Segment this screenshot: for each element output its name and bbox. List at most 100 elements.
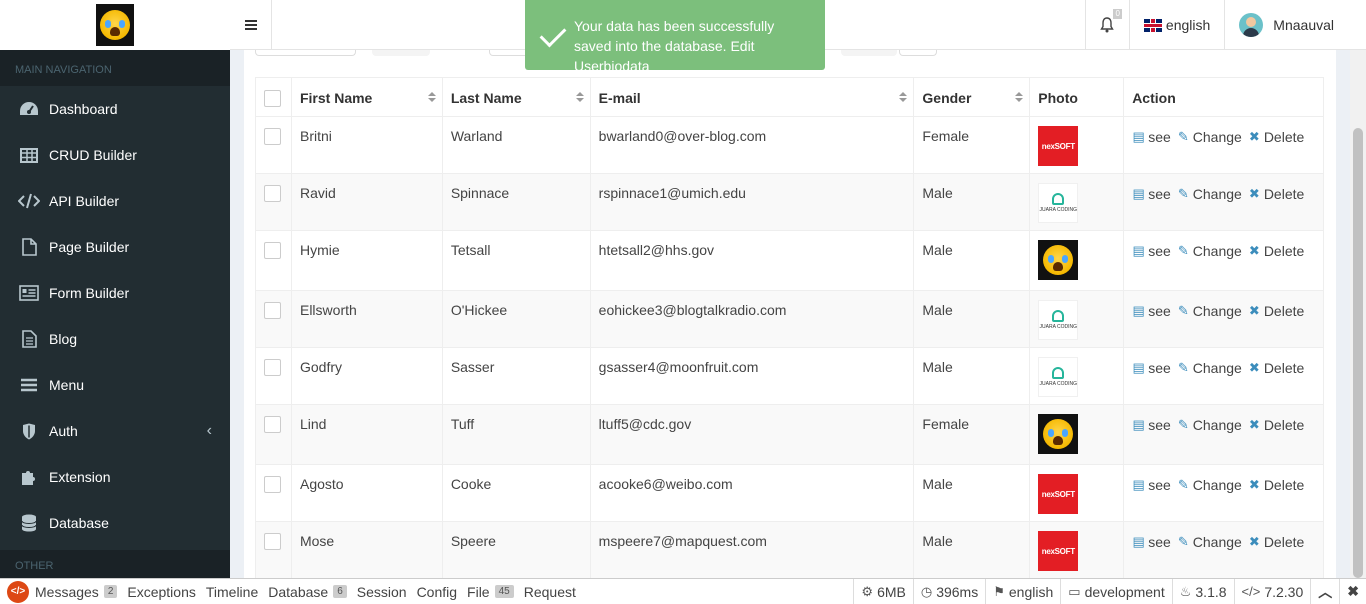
see-button[interactable]: ▤ see [1132, 534, 1171, 550]
filter-control[interactable] [372, 50, 430, 56]
row-select-cell [255, 116, 292, 174]
sidebar-item-menu[interactable]: Menu [0, 362, 230, 408]
sidebar-toggle-button[interactable] [230, 0, 272, 50]
sort-icon [576, 92, 584, 102]
change-button[interactable]: ✎ Change [1177, 303, 1242, 319]
sidebar-item-form-builder[interactable]: Form Builder [0, 270, 230, 316]
search-input[interactable] [489, 50, 529, 56]
sidebar-item-auth[interactable]: Auth ‹ [0, 408, 230, 454]
row-checkbox[interactable] [264, 185, 281, 202]
change-button[interactable]: ✎ Change [1177, 477, 1242, 493]
edit-icon: ✎ [1177, 129, 1189, 144]
delete-button[interactable]: ✖ Delete [1248, 360, 1304, 376]
row-checkbox[interactable] [264, 476, 281, 493]
sidebar-item-page-builder[interactable]: Page Builder [0, 224, 230, 270]
nexsoft-logo-image[interactable]: nexSOFT [1038, 126, 1079, 166]
change-button[interactable]: ✎ Change [1177, 417, 1242, 433]
desktop-icon: ▭ [1068, 583, 1081, 599]
debug-tab-exceptions[interactable]: Exceptions [127, 584, 195, 600]
column-photo: Photo [1029, 77, 1125, 117]
see-button[interactable]: ▤ see [1132, 477, 1171, 493]
scrollbar-thumb[interactable] [1353, 128, 1363, 578]
debug-tab-database[interactable]: Database 6 [268, 584, 347, 600]
see-button[interactable]: ▤ see [1132, 360, 1171, 376]
close-debugbar-button[interactable]: ✖ [1339, 578, 1366, 604]
change-button[interactable]: ✎ Change [1177, 243, 1242, 259]
row-checkbox[interactable] [264, 242, 281, 259]
action-cell: ▤ see ✎ Change ✖ Delete [1123, 404, 1324, 465]
crying-emoji-icon [100, 10, 130, 40]
see-button[interactable]: ▤ see [1132, 417, 1171, 433]
column-last-name[interactable]: Last Name [441, 77, 591, 117]
hamburger-icon [244, 24, 257, 26]
debug-tab-request[interactable]: Request [524, 584, 576, 600]
puzzle-icon [18, 468, 40, 486]
debug-tab-session[interactable]: Session [357, 584, 407, 600]
row-checkbox[interactable] [264, 359, 281, 376]
see-button[interactable]: ▤ see [1132, 129, 1171, 145]
delete-button[interactable]: ✖ Delete [1248, 186, 1304, 202]
crying-emoji-image[interactable] [1038, 414, 1079, 454]
debug-tab-timeline[interactable]: Timeline [206, 584, 258, 600]
language-selector[interactable]: english [1128, 0, 1224, 50]
juara-coding-logo-image[interactable]: JUARA CODING [1038, 183, 1079, 223]
delete-button[interactable]: ✖ Delete [1248, 129, 1304, 145]
change-button[interactable]: ✎ Change [1177, 534, 1242, 550]
select-all-checkbox[interactable] [264, 90, 281, 107]
sidebar-item-api-builder[interactable]: API Builder [0, 178, 230, 224]
shield-icon [18, 422, 40, 440]
nexsoft-logo-image[interactable]: nexSOFT [1038, 474, 1079, 514]
page-scrollbar[interactable] [1350, 50, 1366, 578]
table-row: Godfry Sasser gsasser4@moonfruit.com Male JU… [255, 347, 1324, 405]
user-menu[interactable]: Mnaauval [1224, 0, 1366, 50]
nexsoft-logo-image[interactable]: nexSOFT [1038, 531, 1079, 571]
notifications-button[interactable]: 0 [1084, 0, 1129, 50]
sidebar-item-dashboard[interactable]: Dashboard [0, 86, 230, 132]
filter-control[interactable] [841, 50, 897, 56]
delete-button[interactable]: ✖ Delete [1248, 417, 1304, 433]
debug-tab-file[interactable]: File 45 [467, 584, 514, 600]
sidebar-item-label: Dashboard [49, 101, 118, 117]
see-button[interactable]: ▤ see [1132, 303, 1171, 319]
juara-coding-logo-image[interactable]: JUARA CODING [1038, 300, 1079, 340]
row-checkbox[interactable] [264, 416, 281, 433]
delete-button[interactable]: ✖ Delete [1248, 534, 1304, 550]
see-button[interactable]: ▤ see [1132, 186, 1171, 202]
change-button[interactable]: ✎ Change [1177, 360, 1242, 376]
row-checkbox[interactable] [264, 302, 281, 319]
debugbar-logo-icon[interactable]: </> [7, 580, 29, 603]
see-button[interactable]: ▤ see [1132, 243, 1171, 259]
database-icon [18, 514, 40, 532]
debug-tab-messages[interactable]: Messages 2 [35, 584, 118, 600]
juara-coding-logo-image[interactable]: JUARA CODING [1038, 357, 1079, 397]
filter-control[interactable] [255, 50, 356, 56]
sidebar-item-label: Form Builder [49, 285, 130, 301]
row-checkbox[interactable] [264, 128, 281, 145]
sidebar-item-database[interactable]: Database [0, 500, 230, 546]
column-first-name[interactable]: First Name [290, 77, 443, 117]
sidebar-item-crud-builder[interactable]: CRUD Builder [0, 132, 230, 178]
sidebar-item-blog[interactable]: Blog [0, 316, 230, 362]
collapse-debugbar-button[interactable]: ︿ [1310, 578, 1339, 604]
crying-emoji-image[interactable] [1038, 240, 1079, 280]
change-button[interactable]: ✎ Change [1177, 129, 1242, 145]
delete-button[interactable]: ✖ Delete [1248, 477, 1304, 493]
sidebar-item-extension[interactable]: Extension [0, 454, 230, 500]
column-email[interactable]: E-mail [589, 77, 915, 117]
first-name-cell: Lind [290, 404, 443, 465]
uk-flag-icon [1143, 18, 1162, 32]
sidebar-item-label: Auth [49, 423, 78, 439]
row-checkbox[interactable] [264, 533, 281, 550]
debug-tab-config[interactable]: Config [417, 584, 457, 600]
app-logo[interactable] [0, 0, 230, 50]
first-name-cell: Mose [290, 521, 443, 578]
change-button[interactable]: ✎ Change [1177, 186, 1242, 202]
delete-button[interactable]: ✖ Delete [1248, 303, 1304, 319]
delete-button[interactable]: ✖ Delete [1248, 243, 1304, 259]
sidebar-item-label: CRUD Builder [49, 147, 137, 163]
success-toast[interactable]: Your data has been successfully saved in… [525, 0, 825, 74]
photo-cell: JUARA CODING [1029, 290, 1125, 348]
filter-control[interactable] [899, 50, 937, 56]
email-cell: ltuff5@cdc.gov [589, 404, 915, 465]
column-gender[interactable]: Gender [913, 77, 1031, 117]
